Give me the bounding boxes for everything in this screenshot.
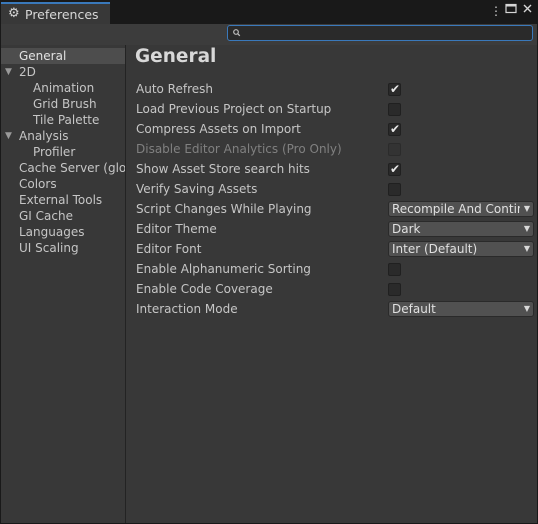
setting-label: Editor Font <box>136 242 202 256</box>
chevron-down-icon: ▼ <box>523 244 530 253</box>
dropdown-value: Default <box>392 302 436 316</box>
window-title: Preferences <box>25 7 99 22</box>
editor-font-dropdown[interactable]: Inter (Default) ▼ <box>388 241 534 257</box>
sidebar-item-tile-palette[interactable]: Tile Palette <box>1 112 125 128</box>
setting-label: Show Asset Store search hits <box>136 162 310 176</box>
show-asset-store-checkbox[interactable]: ✔ <box>388 162 401 176</box>
expand-arrow-icon[interactable]: ▼ <box>5 64 12 80</box>
main-panel: General Auto Refresh ✔ Load Previous Pro… <box>126 45 537 523</box>
sidebar-item-cache-server[interactable]: Cache Server (global) <box>1 160 125 176</box>
more-vertical-icon[interactable]: ⋮ <box>490 4 502 18</box>
setting-label: Compress Assets on Import <box>136 122 301 136</box>
dropdown-value: Dark <box>392 222 421 236</box>
sidebar-item-label: General <box>19 49 67 63</box>
sidebar-item-profiler[interactable]: Profiler <box>1 144 125 160</box>
setting-label: Enable Alphanumeric Sorting <box>136 262 311 276</box>
dropdown-value: Recompile And Continue Playing <box>392 202 520 216</box>
checkmark-icon: ✔ <box>390 162 401 176</box>
load-previous-project-checkbox[interactable] <box>388 103 401 116</box>
alphanumeric-sorting-checkbox[interactable] <box>388 263 401 276</box>
sidebar-item-analysis[interactable]: ▼ Analysis <box>1 128 125 144</box>
setting-label: Editor Theme <box>136 222 217 236</box>
verify-saving-assets-checkbox[interactable] <box>388 183 401 196</box>
sidebar-item-label: UI Scaling <box>19 241 79 255</box>
sidebar-item-ui-scaling[interactable]: UI Scaling <box>1 240 125 256</box>
search-icon <box>232 26 241 41</box>
sidebar-item-gi-cache[interactable]: GI Cache <box>1 208 125 224</box>
sidebar: General ▼ 2D Animation Grid Brush Tile Pa… <box>1 45 126 523</box>
page-title: General <box>135 46 217 67</box>
checkmark-icon: ✔ <box>390 82 401 96</box>
search-field[interactable] <box>227 25 533 41</box>
close-icon[interactable] <box>522 3 533 17</box>
dropdown-value: Inter (Default) <box>392 242 478 256</box>
sidebar-item-label: Tile Palette <box>33 113 100 127</box>
compress-assets-checkbox[interactable]: ✔ <box>388 122 401 136</box>
sidebar-item-external-tools[interactable]: External Tools <box>1 192 125 208</box>
setting-label: Auto Refresh <box>136 82 213 96</box>
sidebar-item-label: Profiler <box>33 145 76 159</box>
sidebar-item-general[interactable]: General <box>1 48 125 64</box>
checkmark-icon: ✔ <box>390 122 401 136</box>
sidebar-item-label: Grid Brush <box>33 97 97 111</box>
sidebar-item-label: Analysis <box>19 129 69 143</box>
sidebar-item-label: External Tools <box>19 193 103 207</box>
chevron-down-icon: ▼ <box>523 204 530 213</box>
sidebar-item-colors[interactable]: Colors <box>1 176 125 192</box>
setting-label: Load Previous Project on Startup <box>136 102 332 116</box>
sidebar-item-label: Cache Server (global) <box>19 161 126 175</box>
code-coverage-checkbox[interactable] <box>388 283 401 296</box>
setting-label: Interaction Mode <box>136 302 238 316</box>
search-bar <box>1 24 537 46</box>
sidebar-item-label: GI Cache <box>19 209 73 223</box>
sidebar-item-label: Languages <box>19 225 85 239</box>
setting-label: Script Changes While Playing <box>136 202 312 216</box>
setting-label: Verify Saving Assets <box>136 182 258 196</box>
gear-icon: ⚙ <box>8 6 20 21</box>
sidebar-item-label: Colors <box>19 177 57 191</box>
sidebar-item-2d[interactable]: ▼ 2D <box>1 64 125 80</box>
sidebar-item-languages[interactable]: Languages <box>1 224 125 240</box>
editor-theme-dropdown[interactable]: Dark ▼ <box>388 221 534 237</box>
disable-analytics-checkbox <box>388 143 401 156</box>
chevron-down-icon: ▼ <box>523 304 530 313</box>
auto-refresh-checkbox[interactable]: ✔ <box>388 82 401 96</box>
script-changes-dropdown[interactable]: Recompile And Continue Playing▼ <box>388 201 534 217</box>
expand-arrow-icon[interactable]: ▼ <box>5 128 12 144</box>
sidebar-item-label: 2D <box>19 65 36 79</box>
tab-bar: ⚙ Preferences ⋮ <box>1 1 538 25</box>
setting-label: Enable Code Coverage <box>136 282 273 296</box>
interaction-mode-dropdown[interactable]: Default ▼ <box>388 301 534 317</box>
sidebar-item-label: Animation <box>33 81 95 95</box>
search-input[interactable] <box>244 26 528 40</box>
chevron-down-icon: ▼ <box>523 224 530 233</box>
tab-preferences[interactable]: ⚙ Preferences <box>1 2 110 25</box>
sidebar-item-animation[interactable]: Animation <box>1 80 125 96</box>
setting-label: Disable Editor Analytics (Pro Only) <box>136 142 342 156</box>
sidebar-item-grid-brush[interactable]: Grid Brush <box>1 96 125 112</box>
maximize-icon[interactable] <box>505 3 517 17</box>
preferences-window: ⚙ Preferences ⋮ General ▼ 2D Animation Gr… <box>0 0 538 524</box>
